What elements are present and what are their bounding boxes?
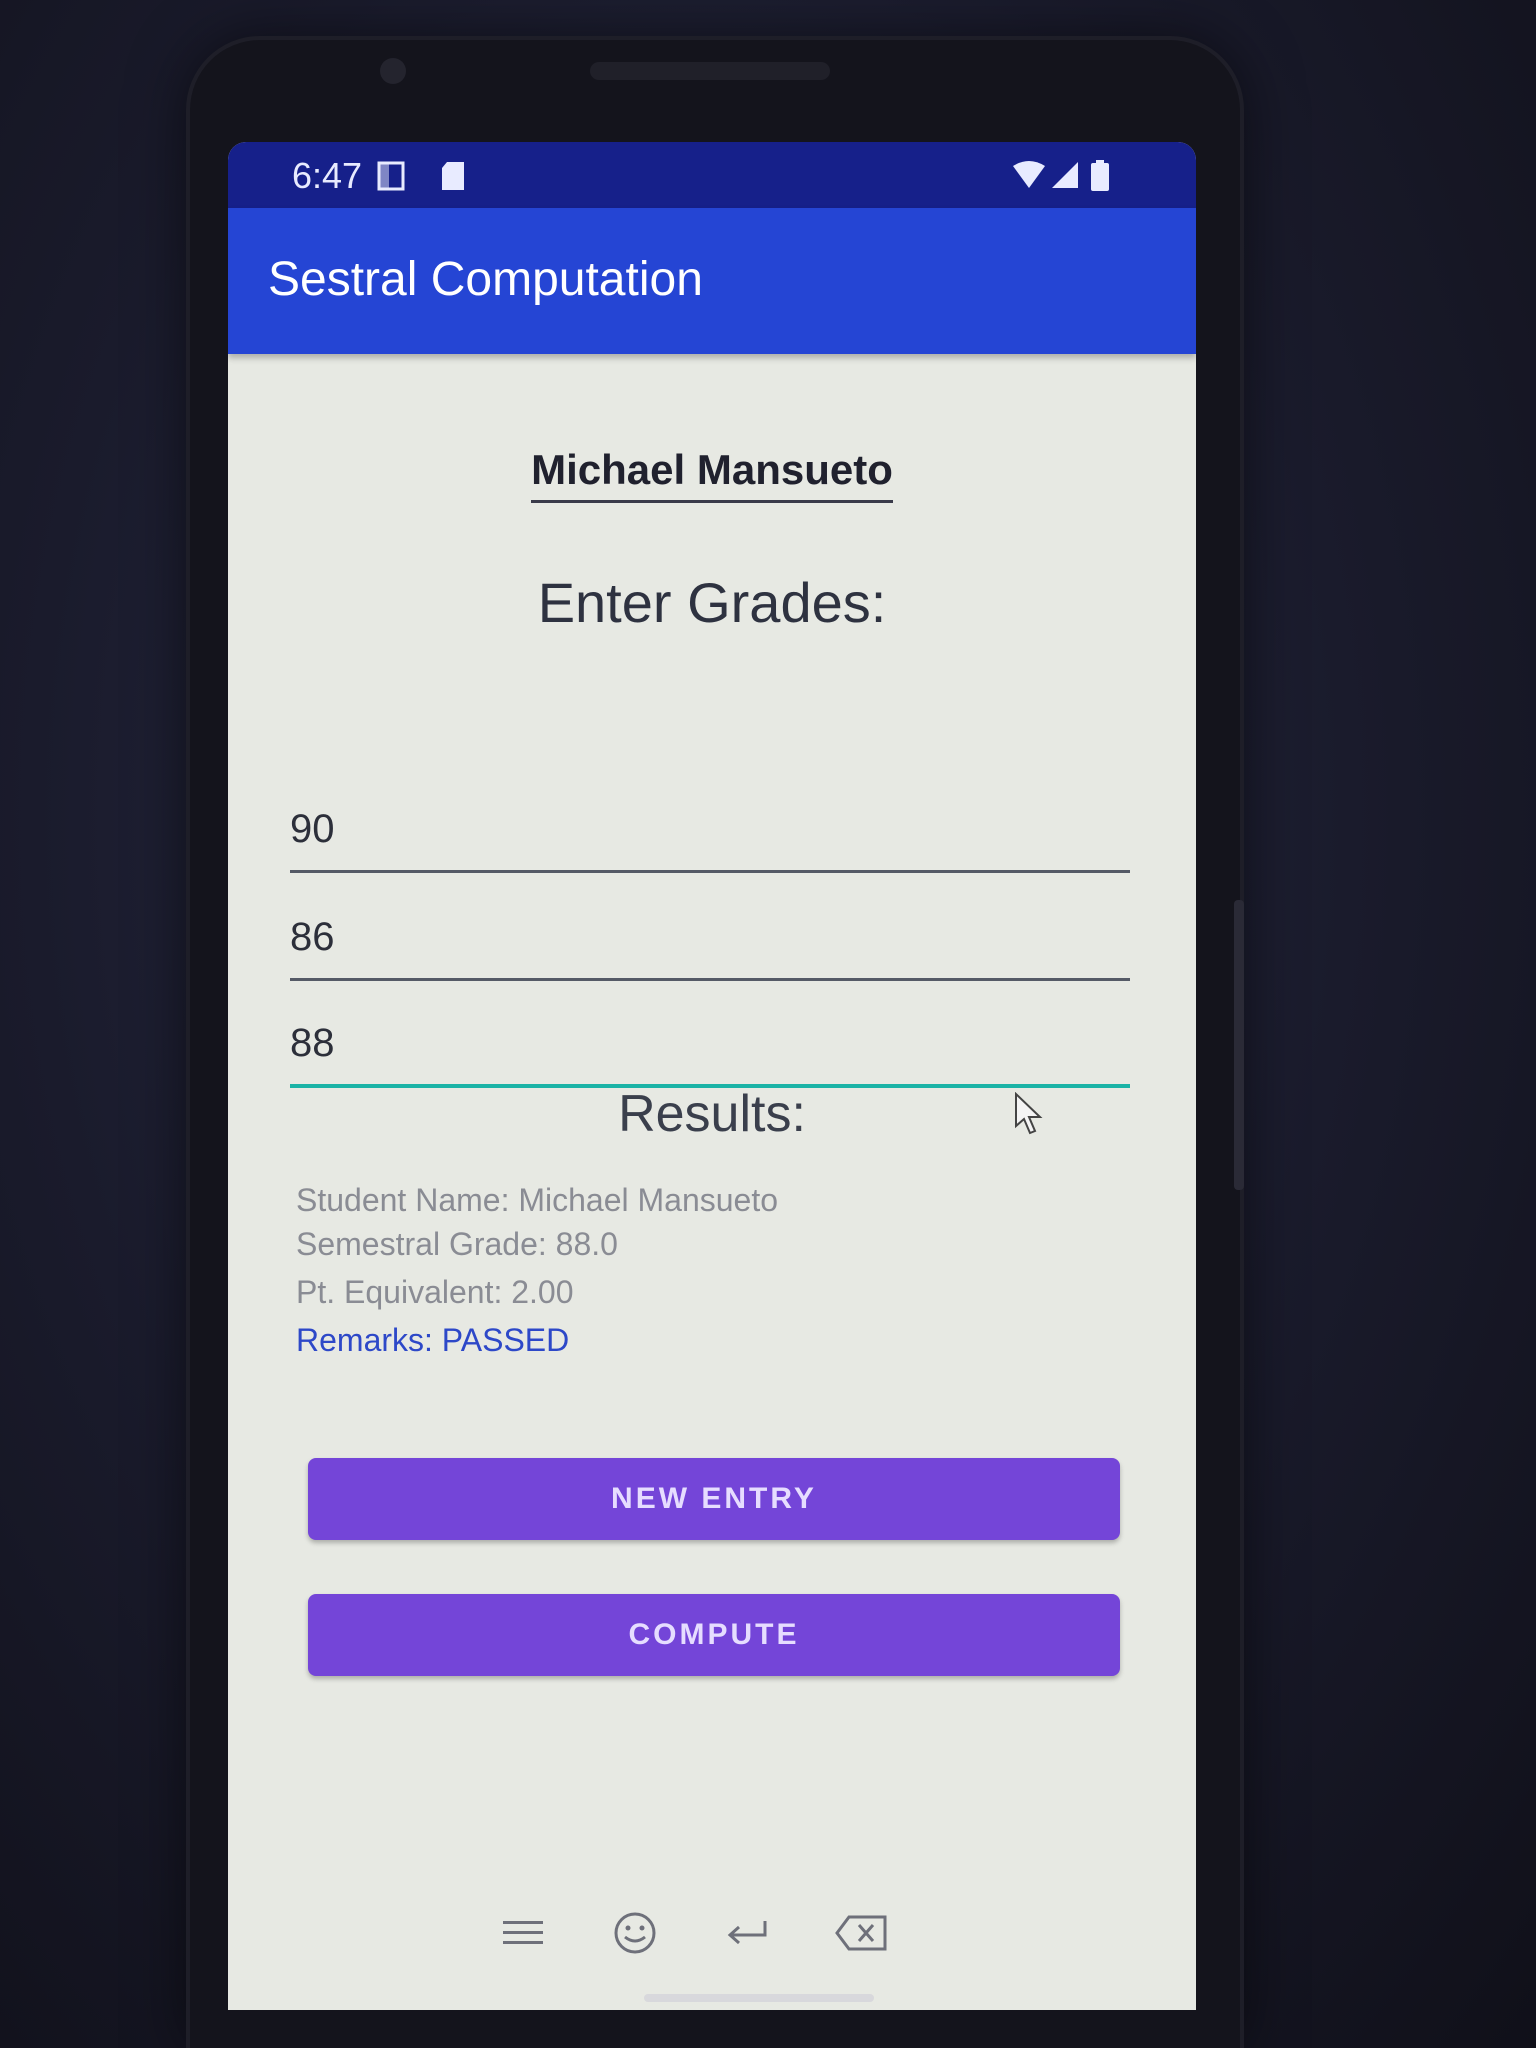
backspace-icon[interactable] [826, 1898, 896, 1968]
emoji-icon[interactable] [600, 1898, 670, 1968]
result-semestral-grade: Semestral Grade: 88.0 [296, 1226, 618, 1262]
grade-input-1[interactable] [290, 794, 1130, 873]
grade-input-2[interactable] [290, 902, 1130, 981]
result-student-name: Student Name: Michael Mansueto [296, 1182, 779, 1218]
side-button[interactable] [1234, 900, 1244, 1190]
front-camera [380, 58, 406, 84]
results-heading: Results: [618, 1085, 806, 1143]
phone-screen: 6:47 Sestral Computation Michael Mansuet… [228, 142, 1196, 2010]
compute-button[interactable]: COMPUTE [308, 1594, 1120, 1676]
new-entry-button[interactable]: NEW ENTRY [308, 1458, 1120, 1540]
screenshot-notification-icon [376, 160, 406, 197]
sd-card-icon [440, 160, 466, 197]
enter-grades-heading: Enter Grades: [537, 571, 887, 634]
status-time: 6:47 [292, 155, 363, 196]
app-bar: Sestral Computation [228, 208, 1196, 354]
keyboard-toolbar [228, 1898, 1196, 1968]
earpiece-speaker [590, 62, 830, 80]
cellular-signal-icon [1050, 160, 1080, 195]
app-title: Sestral Computation [268, 253, 703, 306]
status-bar: 6:47 [228, 142, 1196, 208]
main-content: Michael Mansueto Enter Grades: Results: … [228, 354, 1196, 2010]
result-pt-equivalent: Pt. Equivalent: 2.00 [296, 1274, 574, 1310]
student-name-text: Michael Mansueto [531, 446, 893, 503]
menu-icon[interactable] [488, 1898, 558, 1968]
mouse-pointer-icon [1014, 1091, 1044, 1141]
phone-frame: 6:47 Sestral Computation Michael Mansuet… [190, 40, 1244, 2048]
student-name-heading: Michael Mansueto [228, 446, 1196, 503]
grade-input-3[interactable] [290, 1008, 1130, 1088]
result-remarks: Remarks: PASSED [296, 1322, 570, 1358]
navigation-home-bar[interactable] [644, 1994, 874, 2002]
wifi-icon [1012, 160, 1046, 195]
battery-icon [1090, 160, 1110, 197]
enter-icon[interactable] [712, 1898, 782, 1968]
